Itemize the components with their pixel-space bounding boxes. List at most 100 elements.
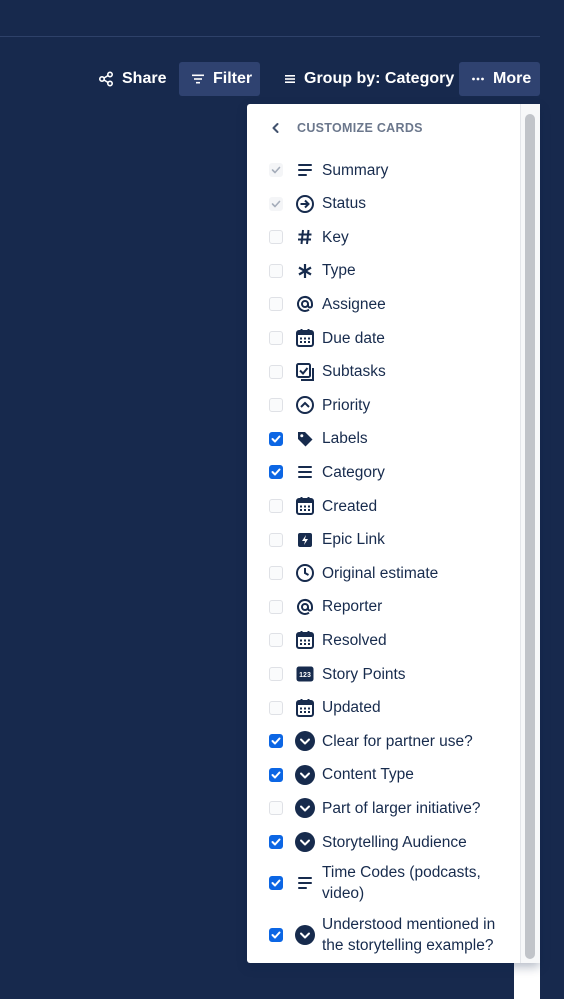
- field-item-label: Status: [322, 195, 366, 213]
- checkbox[interactable]: [269, 566, 283, 581]
- checkbox-disabled[interactable]: [269, 163, 283, 177]
- field-item-label: Labels: [322, 430, 368, 448]
- tag-icon: [295, 429, 315, 449]
- field-item[interactable]: Part of larger initiative?: [247, 796, 519, 820]
- calendar-icon: [295, 698, 315, 718]
- filter-label: Filter: [213, 70, 253, 87]
- field-item-label: Original estimate: [322, 564, 439, 582]
- calendar-icon: [295, 328, 315, 348]
- field-item[interactable]: Updated: [247, 696, 519, 720]
- field-item-label: Content Type: [322, 766, 414, 784]
- checkbox[interactable]: [269, 364, 283, 379]
- field-item[interactable]: Summary: [247, 158, 519, 182]
- checkbox[interactable]: [269, 331, 283, 345]
- field-item[interactable]: Epic Link: [247, 528, 519, 552]
- checkbox-checked[interactable]: [269, 431, 283, 446]
- text-lines-icon: [295, 873, 315, 893]
- field-item[interactable]: Subtasks: [247, 360, 519, 384]
- field-item[interactable]: Labels: [247, 427, 519, 451]
- field-item[interactable]: Created: [247, 494, 519, 518]
- group-by-label: Group by: Category: [304, 70, 455, 87]
- background-board-edge: [514, 960, 540, 999]
- scrollbar-thumb[interactable]: [525, 114, 535, 959]
- at-sign-icon: [295, 294, 315, 314]
- checkbox[interactable]: [269, 230, 283, 245]
- field-item-label: Part of larger initiative?: [322, 799, 481, 817]
- field-item[interactable]: 123 Story Points: [247, 662, 519, 686]
- field-item-label: Resolved: [322, 631, 387, 649]
- field-item[interactable]: Due date: [247, 326, 519, 350]
- arrow-circle-icon: [295, 194, 315, 214]
- asterisk-icon: [295, 261, 315, 281]
- checkbox[interactable]: [269, 499, 283, 513]
- field-item[interactable]: Type: [247, 259, 519, 283]
- field-item[interactable]: Status: [247, 192, 519, 216]
- field-item-label: Time Codes (podcasts, video): [322, 863, 481, 902]
- checkbox-checked[interactable]: [269, 734, 283, 749]
- checkbox[interactable]: [269, 297, 283, 312]
- checkbox-checked[interactable]: [269, 875, 283, 890]
- checkbox-checked[interactable]: [269, 835, 283, 849]
- checkbox[interactable]: [269, 700, 283, 715]
- share-button[interactable]: Share: [86, 62, 178, 96]
- field-item-label: Summary: [322, 161, 389, 179]
- share-label: Share: [122, 70, 167, 87]
- group-by-button[interactable]: Group by: Category: [272, 62, 466, 96]
- field-item-label: Storytelling Audience: [322, 833, 467, 851]
- field-item-label: Clear for partner use?: [322, 732, 473, 750]
- field-item-label: Created: [322, 497, 378, 515]
- dropdown-circle-icon: [294, 797, 315, 819]
- field-item[interactable]: Assignee: [247, 292, 519, 316]
- field-item[interactable]: Original estimate: [247, 561, 519, 585]
- checkbox[interactable]: [269, 801, 283, 816]
- checkbox[interactable]: [269, 398, 283, 413]
- dropdown-circle-icon: [294, 924, 315, 945]
- checkbox[interactable]: [269, 532, 283, 547]
- dropdown-circle-icon: [294, 831, 315, 852]
- list-icon: [295, 462, 315, 482]
- subtasks-icon: [295, 362, 315, 382]
- epic-icon: [295, 530, 315, 550]
- field-item[interactable]: Key: [247, 225, 519, 249]
- share-icon: [98, 71, 114, 87]
- checkbox-disabled[interactable]: [269, 196, 283, 211]
- header-divider: [0, 36, 540, 37]
- filter-button[interactable]: Filter: [179, 62, 260, 96]
- list-icon: [284, 73, 296, 85]
- field-item[interactable]: Content Type: [247, 763, 519, 787]
- field-item[interactable]: Resolved: [247, 628, 519, 652]
- checkbox[interactable]: [269, 263, 283, 278]
- priority-icon: [295, 395, 315, 415]
- checkbox[interactable]: [269, 667, 283, 681]
- dropdown-circle-icon: [294, 730, 315, 752]
- calendar-icon: [295, 496, 315, 516]
- more-label: More: [493, 70, 532, 87]
- field-item[interactable]: Category: [247, 460, 519, 484]
- checkbox-checked[interactable]: [269, 927, 283, 942]
- panel-title: CUSTOMIZE CARDS: [297, 121, 423, 135]
- field-item-label: Category: [322, 463, 385, 481]
- field-item[interactable]: Storytelling Audience: [247, 830, 519, 854]
- field-item[interactable]: Priority: [247, 393, 519, 417]
- more-button[interactable]: More: [459, 62, 540, 96]
- field-item-label: Reporter: [322, 598, 383, 616]
- field-item-label: Type: [322, 262, 356, 280]
- dropdown-circle-icon: [294, 764, 315, 785]
- checkbox[interactable]: [269, 599, 283, 614]
- field-item[interactable]: Clear for partner use?: [247, 729, 519, 753]
- field-item[interactable]: Understood mentioned in the storytelling…: [247, 914, 519, 956]
- field-item[interactable]: Time Codes (podcasts, video): [247, 862, 519, 904]
- ellipsis-icon: [471, 72, 485, 86]
- hash-icon: [295, 227, 315, 247]
- calendar-icon: [295, 630, 315, 650]
- field-item-label: Updated: [322, 699, 381, 717]
- field-item-label: Due date: [322, 329, 385, 347]
- clock-icon: [295, 563, 315, 583]
- checkbox[interactable]: [269, 633, 283, 648]
- chevron-left-icon[interactable]: [269, 121, 283, 135]
- field-item-label: Understood mentioned in the storytelling…: [322, 915, 496, 954]
- at-sign-icon: [295, 597, 315, 617]
- checkbox-checked[interactable]: [269, 767, 283, 782]
- checkbox-checked[interactable]: [269, 465, 283, 480]
- field-item[interactable]: Reporter: [247, 595, 519, 619]
